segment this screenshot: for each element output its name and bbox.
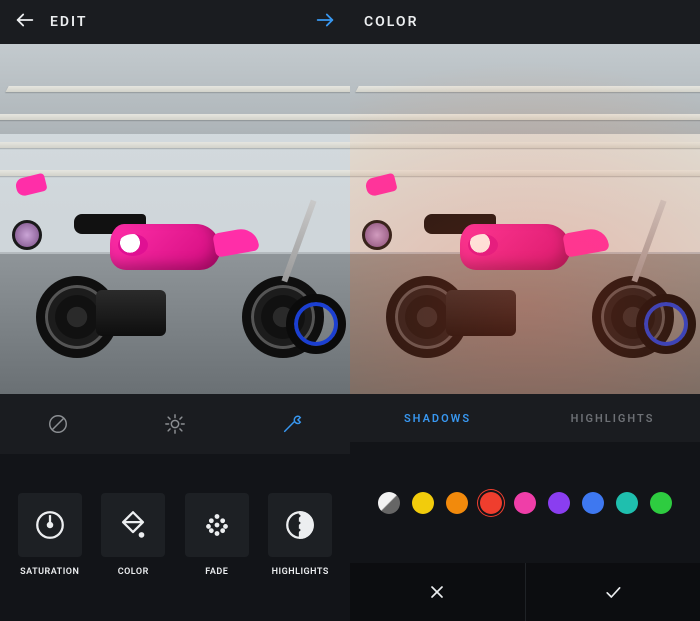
swatch-none[interactable] [378,492,400,514]
swatch-yellow[interactable] [412,492,434,514]
confirm-button[interactable] [525,563,700,621]
fade-icon [200,508,234,542]
edit-label: SATURATION [20,567,79,577]
color-screen: COLOR [350,0,700,621]
edit-label: FADE [205,567,228,577]
color-photo [350,44,700,394]
color-topbar: COLOR [350,0,700,44]
close-icon [427,582,447,602]
saturation-icon [33,508,67,542]
arrow-right-icon [314,9,336,31]
color-title: COLOR [364,14,686,30]
edit-label: COLOR [118,567,149,577]
swatch-purple[interactable] [548,492,570,514]
edit-saturation[interactable]: SATURATION [18,493,82,577]
edit-options: SATURATION COLOR FADE HIGHLIGHTS [0,454,350,621]
tools-tool[interactable] [272,404,312,444]
edit-topbar: EDIT [0,0,350,44]
color-swatches [350,442,700,563]
edit-label: HIGHLIGHTS [272,567,329,577]
swatch-pink[interactable] [514,492,536,514]
arrow-left-icon [14,9,36,31]
swatch-teal[interactable] [616,492,638,514]
cancel-button[interactable] [350,563,525,621]
color-tabs: SHADOWS HIGHLIGHTS [350,394,700,442]
brightness-icon [164,413,186,435]
edit-fade[interactable]: FADE [185,493,249,577]
edit-color[interactable]: COLOR [101,493,165,577]
swatch-red[interactable] [480,492,502,514]
brightness-tool[interactable] [155,404,195,444]
color-actions [350,563,700,621]
back-button[interactable] [14,9,36,35]
swatch-orange[interactable] [446,492,468,514]
tab-highlights[interactable]: HIGHLIGHTS [525,394,700,442]
check-icon [603,582,623,602]
wrench-icon [281,413,303,435]
highlights-icon [283,508,317,542]
adjust-icon [47,413,69,435]
edit-title: EDIT [50,14,314,30]
tab-shadows[interactable]: SHADOWS [350,394,525,442]
adjust-tool[interactable] [38,404,78,444]
edit-highlights[interactable]: HIGHLIGHTS [268,493,332,577]
tool-strip [0,394,350,454]
swatch-green[interactable] [650,492,672,514]
next-button[interactable] [314,9,336,35]
edit-screen: EDIT [0,0,350,621]
edit-photo [0,44,350,394]
swatch-blue[interactable] [582,492,604,514]
color-drop-icon [116,508,150,542]
